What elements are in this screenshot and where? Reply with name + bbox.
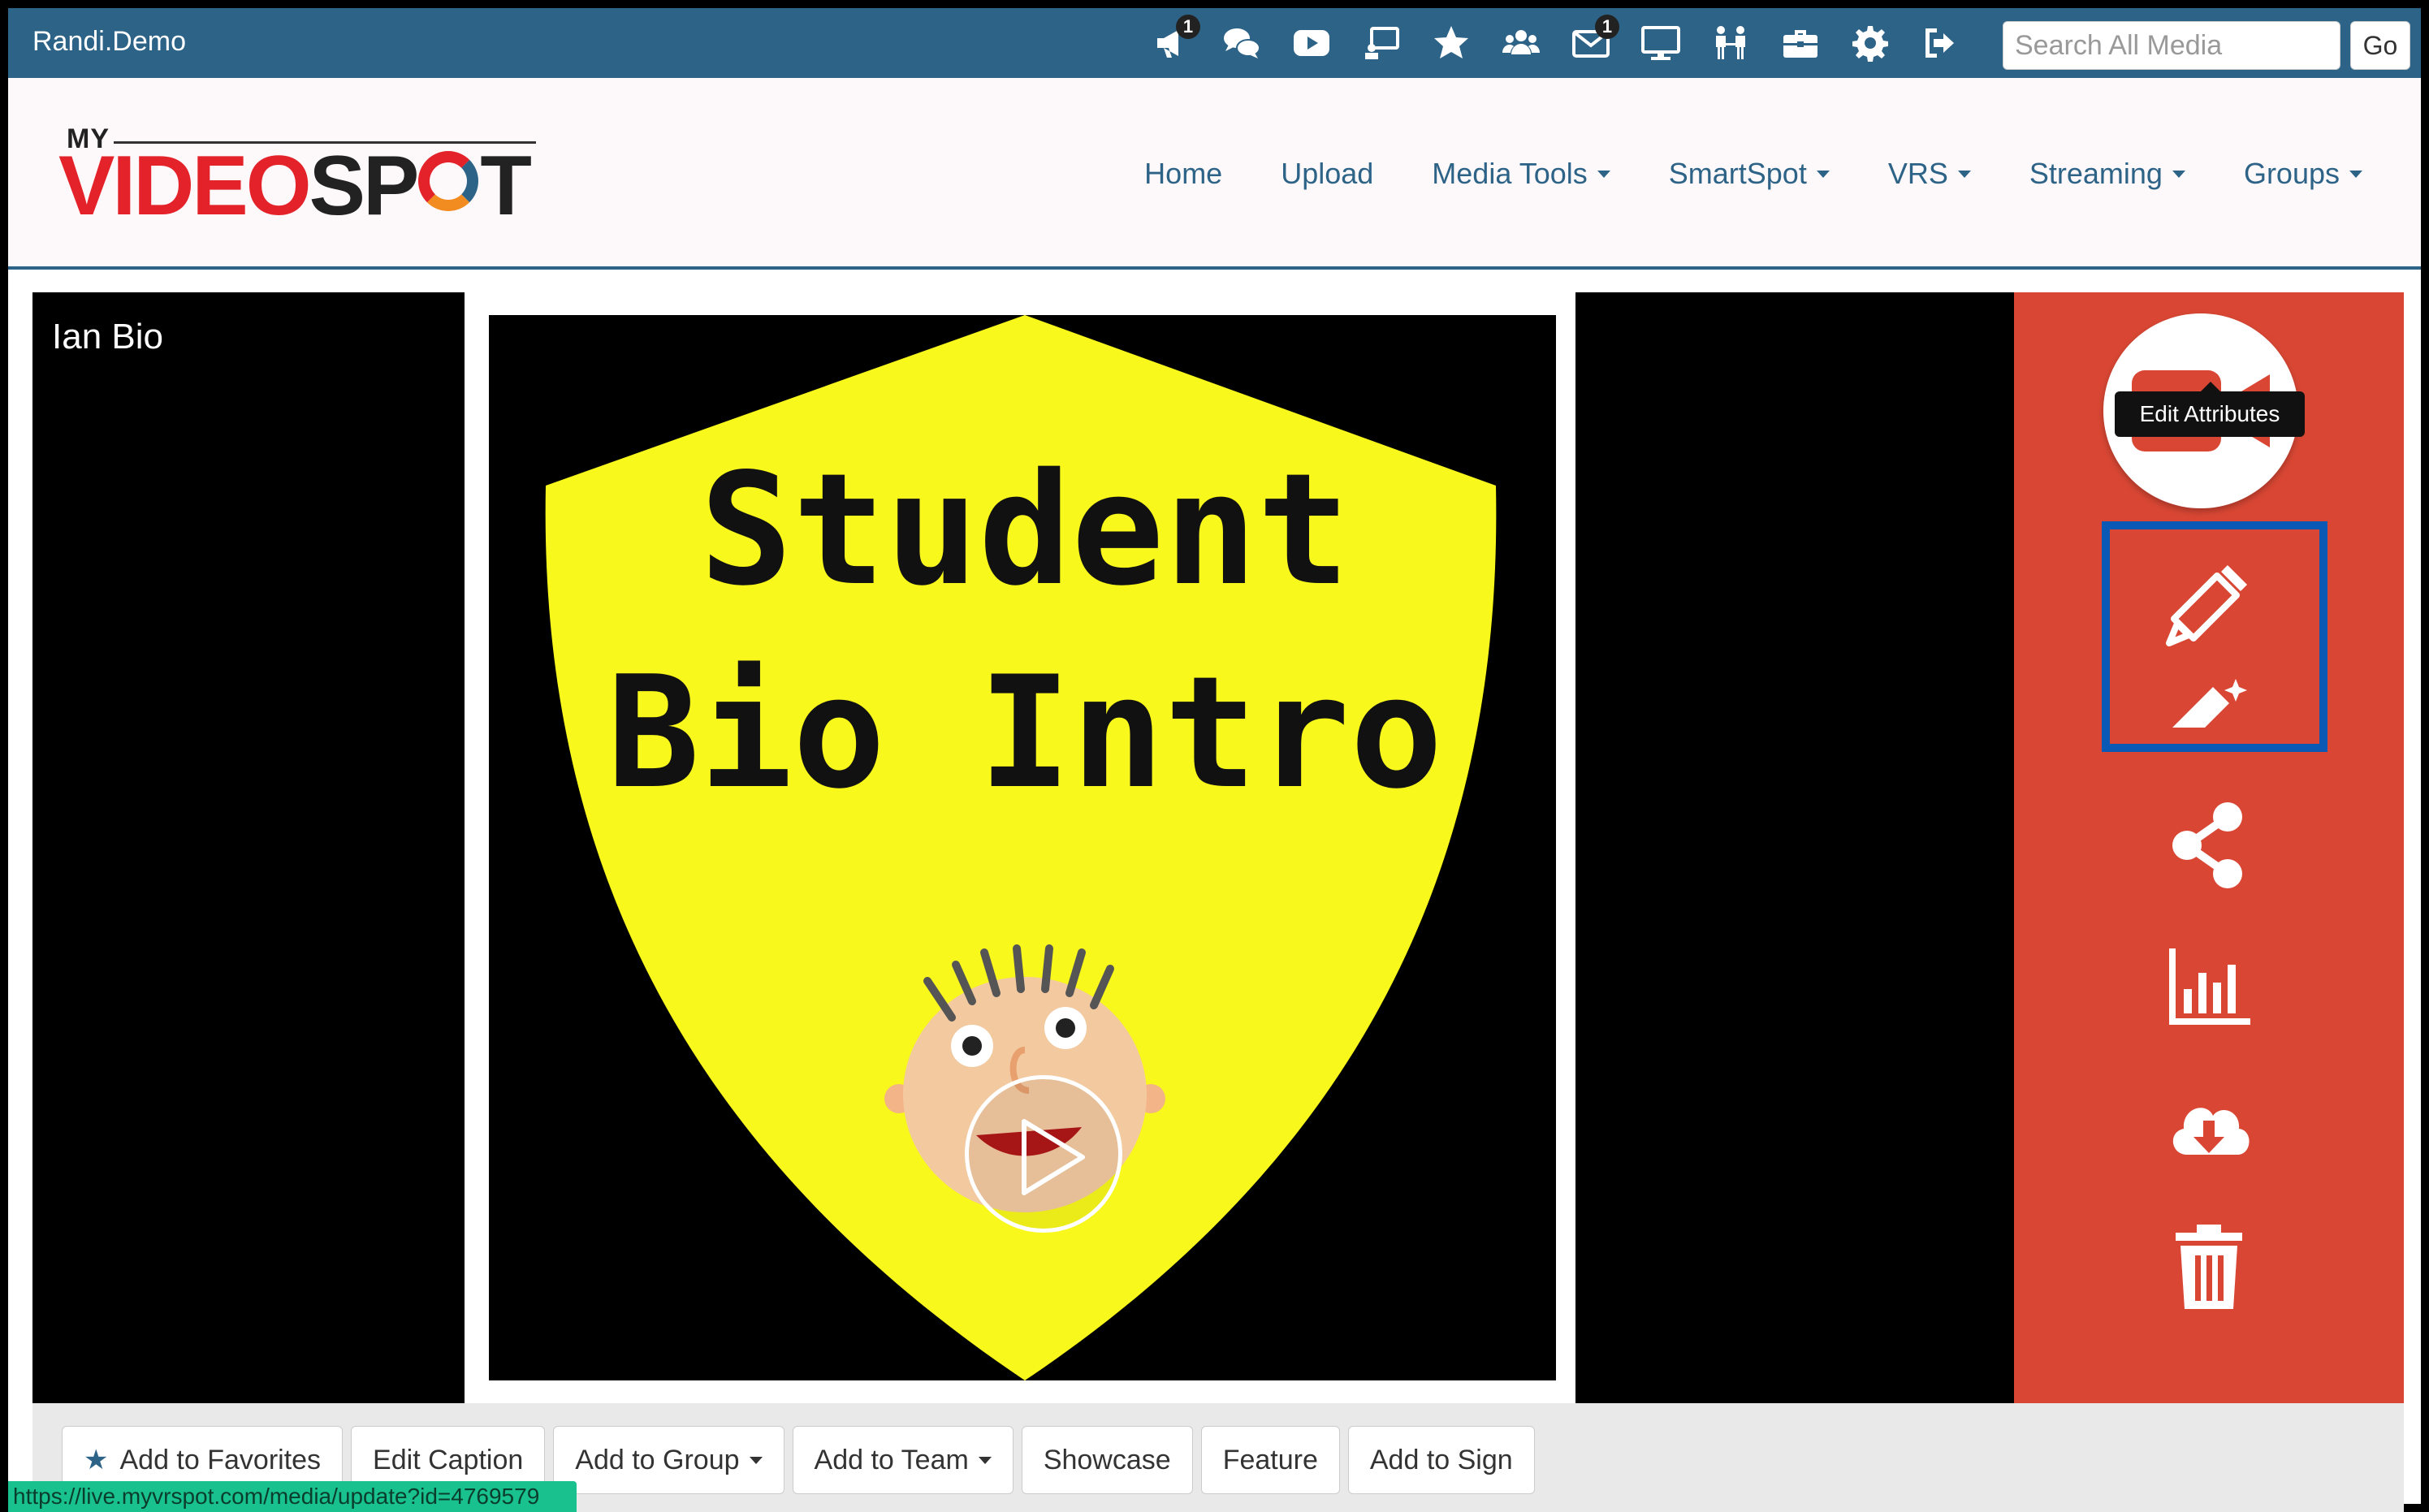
status-bar-url: https://live.myvrspot.com/media/update?i…	[8, 1481, 577, 1512]
caret-down-icon	[2349, 170, 2362, 178]
add-to-sign-button[interactable]: Add to Sign	[1347, 1426, 1535, 1494]
logo-wordmark: VIDEOSP T	[58, 139, 532, 233]
cloud-download-icon[interactable]	[2156, 1074, 2262, 1179]
caret-down-icon	[978, 1456, 992, 1464]
toolbox-icon[interactable]	[1766, 8, 1835, 78]
play-button[interactable]	[965, 1075, 1122, 1233]
video-title: Ian Bio	[52, 317, 163, 356]
trash-icon[interactable]	[2156, 1215, 2262, 1320]
users-icon[interactable]	[1486, 8, 1556, 78]
main-nav: Home Upload Media Tools SmartSpot VRS St…	[1115, 78, 2392, 270]
sign-out-icon[interactable]	[1905, 8, 1975, 78]
caret-down-icon	[1816, 170, 1830, 178]
mail-icon[interactable]: 1	[1556, 8, 1626, 78]
add-to-team-button[interactable]: Add to Team	[792, 1426, 1014, 1494]
feature-button[interactable]: Feature	[1200, 1426, 1340, 1494]
media-content: Ian Bio Student Bio Intro ★ Add to Favor…	[32, 292, 2404, 1512]
showcase-button[interactable]: Showcase	[1021, 1426, 1193, 1494]
star-icon: ★	[84, 1445, 109, 1475]
nav-home[interactable]: Home	[1115, 157, 1251, 191]
media-actions-panel	[2014, 292, 2404, 1403]
gear-icon[interactable]	[1835, 8, 1905, 78]
chat-icon[interactable]	[1207, 8, 1277, 78]
caret-down-icon	[749, 1456, 763, 1464]
video-player[interactable]: Ian Bio Student Bio Intro	[32, 292, 2014, 1403]
edit-attributes-tooltip: Edit Attributes	[2115, 391, 2305, 437]
analytics-icon[interactable]	[2156, 932, 2262, 1038]
caret-down-icon	[1597, 170, 1610, 178]
add-to-group-button[interactable]: Add to Group	[553, 1426, 784, 1494]
nav-streaming[interactable]: Streaming	[2000, 157, 2215, 191]
site-header: MY VIDEOSP T Home Upload Media Tools Smar…	[8, 78, 2421, 270]
nav-groups[interactable]: Groups	[2215, 157, 2392, 191]
star-icon[interactable]	[1416, 8, 1486, 78]
youtube-icon[interactable]	[1277, 8, 1346, 78]
video-thumbnail-wrap: Student Bio Intro	[465, 292, 1575, 1403]
nav-media-tools[interactable]: Media Tools	[1403, 157, 1639, 191]
go-button[interactable]: Go	[2350, 21, 2410, 70]
caret-down-icon	[2172, 170, 2185, 178]
presenter-icon[interactable]	[1346, 8, 1416, 78]
top-bar: Randi.Demo 1 1 Search All Media Go	[8, 8, 2421, 78]
nav-smartspot[interactable]: SmartSpot	[1640, 157, 1859, 191]
svg-text:Student: Student	[700, 440, 1351, 620]
svg-text:Bio Intro: Bio Intro	[607, 643, 1443, 823]
myvideospot-logo[interactable]: MY VIDEOSP T	[58, 123, 546, 233]
caret-down-icon	[1957, 170, 1971, 178]
share-icon[interactable]	[2156, 793, 2262, 898]
top-icon-bar: 1 1	[1137, 8, 1975, 78]
play-icon	[1022, 1119, 1085, 1195]
megaphone-icon[interactable]: 1	[1137, 8, 1207, 78]
target-icon	[418, 151, 479, 211]
monitor-icon[interactable]	[1626, 8, 1696, 78]
tooltip-arrow	[2201, 382, 2220, 391]
magic-wand-icon[interactable]	[2156, 671, 2262, 728]
notification-badge: 1	[1595, 15, 1619, 39]
meeting-icon[interactable]	[1696, 8, 1766, 78]
nav-vrs[interactable]: VRS	[1859, 157, 2000, 191]
search-input[interactable]	[2003, 21, 2340, 70]
pencil-icon[interactable]	[2156, 551, 2262, 656]
notification-badge: 1	[1176, 15, 1200, 39]
user-name[interactable]: Randi.Demo	[32, 21, 186, 62]
nav-upload[interactable]: Upload	[1251, 157, 1403, 191]
